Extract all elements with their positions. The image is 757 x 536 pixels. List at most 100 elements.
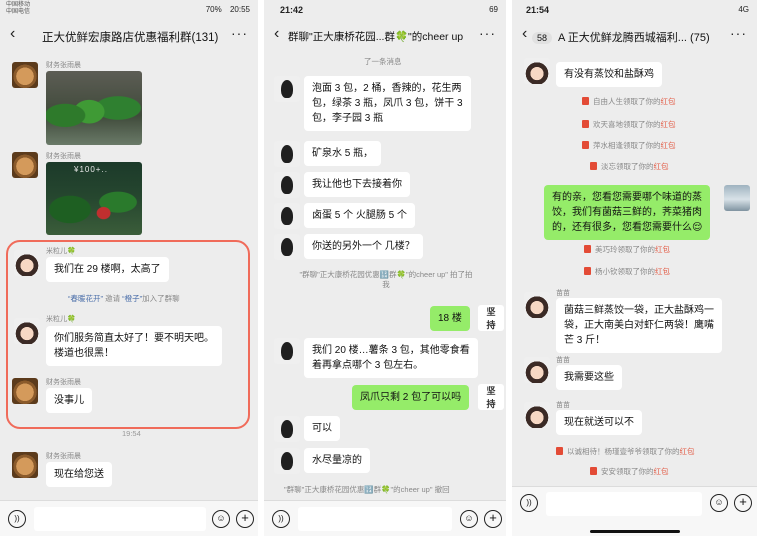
message-bubble[interactable]: 现在就送可以不 xyxy=(556,410,642,435)
voice-icon[interactable]: )) xyxy=(8,510,26,528)
time: 21:42 xyxy=(280,5,304,15)
message-line: 的，还有很多，您看您需要什么😌 xyxy=(552,222,703,233)
message-bubble[interactable]: 水尽量凉的 xyxy=(304,448,370,473)
message-bubble[interactable]: 有没有蒸饺和盐酥鸡 xyxy=(556,62,662,87)
message-line: 泡面 3 包，2 桶，香辣的，花生两 xyxy=(312,83,462,94)
message-line: 有的亲，您看您需要哪个味道的蒸 xyxy=(552,192,702,203)
sender-name: 财务张雨晨 xyxy=(46,453,81,460)
back-icon[interactable]: ‹ xyxy=(10,25,15,43)
message-input[interactable] xyxy=(298,507,452,531)
message-bubble[interactable]: 我们在 29 楼啊，太高了 xyxy=(46,257,169,282)
invitee[interactable]: “橙子” xyxy=(122,294,142,303)
red-packet-icon xyxy=(590,467,597,475)
red-packet-link[interactable]: 红包 xyxy=(680,447,695,456)
message-bubble[interactable]: 卤蛋 5 个 火腿肠 5 个 xyxy=(304,203,416,228)
message-bubble[interactable]: 我让他也下去接着你 xyxy=(304,172,410,197)
home-indicator xyxy=(590,530,680,533)
own-message-bubble[interactable]: 有的亲，您看您需要哪个味道的蒸 饺，我们有菌菇三鲜的，荠菜猪肉 的，还有很多，您… xyxy=(544,185,711,240)
emoji-icon[interactable]: ☺ xyxy=(710,494,728,512)
avatar[interactable] xyxy=(14,318,40,344)
notice-who: 自由人生 xyxy=(593,97,623,106)
redpacket-notice: 自由人生领取了你的红包 xyxy=(582,96,676,107)
message-bubble[interactable]: 菌菇三鲜蒸饺一袋，正大盐酥鸡一 袋，正大南美白对虾仁两袋！鹰嘴 芒 3 斤！ xyxy=(556,298,722,353)
message-bubble[interactable]: 可以 xyxy=(304,416,340,441)
avatar[interactable] xyxy=(274,448,300,474)
message-bubble[interactable]: 你们服务简直太好了！要不明天吧。 楼道也很黑！ xyxy=(46,326,222,366)
message-input[interactable] xyxy=(546,492,702,516)
red-packet-link[interactable]: 红包 xyxy=(654,467,669,476)
message-bubble[interactable]: 现在给您送 xyxy=(46,462,112,487)
red-packet-link[interactable]: 红包 xyxy=(661,120,676,129)
notice-text: 加入了群聊 xyxy=(142,294,180,303)
message-input[interactable] xyxy=(34,507,206,531)
avatar[interactable] xyxy=(12,62,38,88)
input-bar: )) ☺ + xyxy=(264,500,506,536)
notice-who: 淡忘 xyxy=(601,162,616,171)
avatar[interactable] xyxy=(524,58,550,84)
avatar[interactable] xyxy=(12,152,38,178)
avatar[interactable] xyxy=(274,172,300,198)
avatar[interactable] xyxy=(12,452,38,478)
plus-icon[interactable]: + xyxy=(236,510,254,528)
message-bubble[interactable]: 矿泉水 5 瓶， xyxy=(304,141,382,166)
notice-who: 以诚相待！杨瑾壹爷爷 xyxy=(567,447,642,456)
sender-name: 财务张雨晨 xyxy=(46,379,81,386)
own-message-bubble[interactable]: 凤爪只剩 2 包了可以吗 xyxy=(352,385,470,410)
logo-avatar[interactable]: 坚 持 xyxy=(478,384,504,410)
message-bubble[interactable]: 我需要这些 xyxy=(556,365,622,390)
sender-name: 财务张雨晨 xyxy=(46,153,81,160)
more-icon[interactable]: ··· xyxy=(231,25,248,41)
message-line: 着再拿点哪个 3 包左右。 xyxy=(312,360,424,371)
red-packet-link[interactable]: 红包 xyxy=(661,97,676,106)
notice-who: 美巧玲 xyxy=(595,245,618,254)
status-bar: 21:42 69 xyxy=(264,0,506,20)
avatar[interactable] xyxy=(14,250,40,276)
red-packet-link[interactable]: 红包 xyxy=(655,245,670,254)
message-bubble[interactable]: 我们 20 楼…薯条 3 包，其他零食看 着再拿点哪个 3 包左右。 xyxy=(304,338,478,378)
message-bubble[interactable]: 泡面 3 包，2 桶，香辣的，花生两 包，绿茶 3 瓶，凤爪 3 包，饼干 3 … xyxy=(304,76,471,131)
emoji-icon[interactable]: ☺ xyxy=(460,510,478,528)
message-bubble[interactable]: 没事儿 xyxy=(46,388,92,413)
emoji-icon[interactable]: ☺ xyxy=(212,510,230,528)
plus-icon[interactable]: + xyxy=(484,510,502,528)
notice-text: 邀请 xyxy=(103,294,123,303)
voice-icon[interactable]: )) xyxy=(520,494,538,512)
avatar[interactable] xyxy=(524,357,550,383)
own-message-bubble[interactable]: 18 楼 xyxy=(430,306,470,331)
voice-icon[interactable]: )) xyxy=(272,510,290,528)
avatar[interactable] xyxy=(274,76,300,102)
red-packet-link[interactable]: 红包 xyxy=(661,141,676,150)
chat-header: ‹ 群聊"正大康桥花园...群🍀"的cheer up ··· xyxy=(264,22,506,50)
red-packet-link[interactable]: 红包 xyxy=(655,267,670,276)
avatar[interactable] xyxy=(274,338,300,364)
vegetable-photo[interactable] xyxy=(46,71,142,145)
redpacket-notice: 杨小钦领取了你的红包 xyxy=(584,266,670,277)
vegetable-photo[interactable]: ¥100+.. xyxy=(46,162,142,235)
notice-who: 萍水相逢 xyxy=(593,141,623,150)
message-bubble[interactable]: 你送的另外一个 几楼？ xyxy=(304,234,423,259)
notice-action: 领取了你的 xyxy=(617,245,656,254)
red-packet-link[interactable]: 红包 xyxy=(654,162,669,171)
avatar[interactable] xyxy=(524,292,550,318)
avatar[interactable] xyxy=(724,185,750,211)
back-icon[interactable]: ‹ xyxy=(274,25,279,43)
avatar[interactable] xyxy=(274,234,300,260)
logo-text: 持 xyxy=(486,399,496,409)
avatar[interactable] xyxy=(524,402,550,428)
redpacket-notice: 萍水相逢领取了你的红包 xyxy=(582,140,676,151)
status-bar: 21:54 4G xyxy=(512,0,757,20)
avatar[interactable] xyxy=(274,203,300,229)
more-icon[interactable]: ··· xyxy=(479,25,496,41)
chat-panel-1: 中国移动 中国电信 70% 20:55 ‹ 正大优鲜宏康路店优惠福利群(131)… xyxy=(0,0,258,536)
avatar[interactable] xyxy=(12,378,38,404)
back-icon[interactable]: ‹ xyxy=(522,25,527,43)
plus-icon[interactable]: + xyxy=(734,494,752,512)
logo-avatar[interactable]: 坚 持 xyxy=(478,305,504,331)
inviter[interactable]: “春暖花开” xyxy=(68,294,103,303)
avatar[interactable] xyxy=(274,141,300,167)
message-line: 包，绿茶 3 瓶，凤爪 3 包，饼干 3 xyxy=(312,98,463,109)
more-icon[interactable]: ··· xyxy=(730,25,747,41)
message-line: 饺，我们有菌菇三鲜的，荠菜猪肉 xyxy=(552,207,702,218)
unread-badge[interactable]: 58 xyxy=(532,32,553,44)
avatar[interactable] xyxy=(274,416,300,442)
